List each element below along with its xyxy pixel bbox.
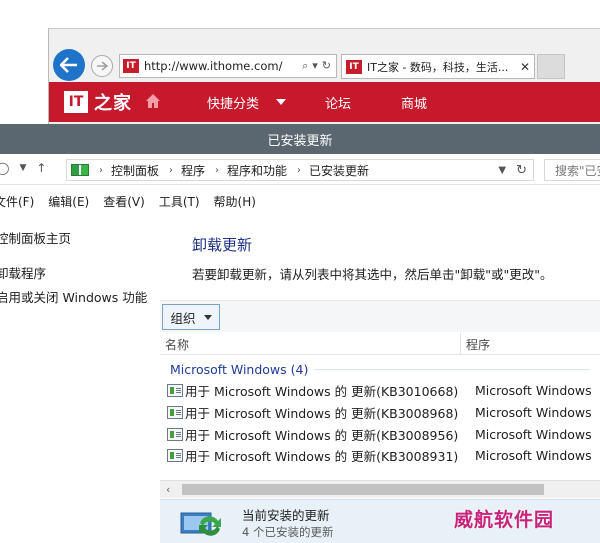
nav-item-categories[interactable]: 快捷分类 [207, 93, 259, 112]
scroll-left-icon[interactable]: ‹ [166, 483, 170, 496]
nav-item-forum[interactable]: 论坛 [325, 93, 351, 112]
tab-favicon-icon: IT [346, 59, 362, 74]
update-icon [167, 428, 183, 441]
address-dropdown-icon[interactable]: ▼ [498, 165, 506, 176]
arrow-right-icon [97, 61, 108, 71]
browser-window: IT http://www.ithome.com/ ⌕ ▾ ↻ IT IT之家 … [48, 28, 600, 126]
command-toolbar: 组织 [160, 300, 600, 332]
breadcrumb-separator-icon[interactable]: › [215, 165, 219, 176]
update-name: 用于 Microsoft Windows 的 更新(KB3008931) [185, 449, 459, 464]
link-windows-features[interactable]: 启用或关闭 Windows 功能 [0, 287, 147, 306]
table-row[interactable]: 用于 Microsoft Windows 的 更新(KB3008931) Mic… [167, 445, 600, 466]
home-icon[interactable] [145, 93, 161, 109]
column-header-program[interactable]: 程序 [466, 336, 490, 353]
search-icon[interactable]: ⌕ [302, 59, 308, 73]
menu-file[interactable]: 文件(F) [0, 193, 34, 210]
update-program: Microsoft Windows [475, 405, 592, 420]
update-program: Microsoft Windows [475, 448, 592, 463]
table-row[interactable]: 用于 Microsoft Windows 的 更新(KB3008956) Mic… [167, 424, 600, 445]
site-logo[interactable]: IT 之家 [64, 91, 132, 114]
update-name: 用于 Microsoft Windows 的 更新(KB3008968) [185, 406, 459, 421]
watermark: 威航软件园 [454, 509, 555, 531]
recent-dropdown-icon[interactable]: ▼ [19, 163, 26, 173]
chevron-down-icon [203, 314, 212, 320]
breadcrumb-item[interactable]: 程序和功能 [227, 162, 287, 179]
update-icon [167, 384, 183, 397]
column-header-name[interactable]: 名称 [165, 336, 189, 353]
menu-bar: 文件(F) 编辑(E) 查看(V) 工具(T) 帮助(H) [0, 190, 270, 212]
menu-edit[interactable]: 编辑(E) [48, 193, 89, 210]
horizontal-scrollbar[interactable]: ‹ [160, 480, 600, 498]
table-row[interactable]: 用于 Microsoft Windows 的 更新(KB3008968) Mic… [167, 402, 600, 423]
table-row[interactable]: 用于 Microsoft Windows 的 更新(KB3010668) Mic… [167, 380, 600, 401]
site-favicon-icon: IT [123, 59, 139, 73]
breadcrumb-item[interactable]: 控制面板 [111, 162, 159, 179]
update-program: Microsoft Windows [475, 427, 592, 442]
menu-view[interactable]: 查看(V) [103, 193, 145, 210]
breadcrumb-separator-icon[interactable]: › [99, 165, 103, 176]
new-tab-button[interactable] [537, 54, 565, 79]
update-name: 用于 Microsoft Windows 的 更新(KB3010668) [185, 384, 459, 399]
column-divider[interactable] [460, 333, 461, 355]
refresh-icon[interactable]: ↻ [516, 163, 527, 178]
breadcrumb-separator-icon[interactable]: › [169, 165, 173, 176]
search-input[interactable]: 搜索"已安装更新" [544, 159, 600, 181]
update-icon [167, 449, 183, 462]
installed-updates-icon [180, 512, 221, 536]
window-title: 已安装更新 [267, 133, 333, 149]
refresh-icon[interactable]: ↻ [322, 59, 331, 73]
page-title: 卸载更新 [192, 236, 253, 254]
window-title-bar: 已安装更新 [0, 124, 600, 154]
explorer-address-row: ◯ ▼ ↑ › 控制面板 › 程序 › 程序和功能 › 已安装更新 ▼ ↻ 搜索"已安装… [0, 155, 600, 185]
close-tab-icon[interactable]: ✕ [516, 60, 534, 74]
nav-item-mall[interactable]: 商城 [401, 93, 427, 112]
update-icon [167, 406, 183, 419]
left-task-pane: 控制面板主页 卸载程序 启用或关闭 Windows 功能 [0, 212, 160, 543]
back-button[interactable] [53, 49, 85, 81]
browser-address-bar[interactable]: IT http://www.ithome.com/ ⌕ ▾ ↻ [119, 54, 337, 78]
column-header-row: 名称 程序 [160, 333, 600, 355]
update-name: 用于 Microsoft Windows 的 更新(KB3008956) [185, 428, 459, 443]
menu-tools[interactable]: 工具(T) [159, 193, 200, 210]
breadcrumb[interactable]: › 控制面板 › 程序 › 程序和功能 › 已安装更新 ▼ ↻ [66, 159, 534, 181]
main-content: 卸载更新 若要卸载更新，请从列表中将其选中，然后单击"卸载"或"更改"。 组织 … [160, 212, 600, 543]
page-description: 若要卸载更新，请从列表中将其选中，然后单击"卸载"或"更改"。 [192, 267, 553, 282]
menu-help[interactable]: 帮助(H) [214, 193, 256, 210]
breadcrumb-item[interactable]: 已安装更新 [309, 162, 369, 179]
link-control-panel-home[interactable]: 控制面板主页 [0, 228, 71, 247]
browser-tab[interactable]: IT IT之家 - 数码，科技，生活... ✕ [341, 54, 535, 79]
group-label: Microsoft Windows (4) [170, 361, 309, 377]
logo-mark: IT [64, 91, 88, 113]
group-divider [314, 368, 590, 370]
control-panel-icon [71, 164, 89, 176]
logo-script: 之家 [94, 93, 132, 114]
group-header[interactable]: Microsoft Windows (4) [170, 359, 590, 379]
details-count: 4 个已安装的更新 [242, 525, 334, 539]
dropdown-icon[interactable]: ▾ [312, 59, 318, 73]
chevron-down-icon[interactable] [276, 99, 286, 105]
site-nav-bar: IT 之家 快捷分类 论坛 商城 [49, 82, 600, 122]
breadcrumb-separator-icon[interactable]: › [297, 165, 301, 176]
link-uninstall-program[interactable]: 卸载程序 [0, 263, 46, 282]
details-title: 当前安装的更新 [242, 508, 330, 523]
arrow-left-icon [60, 57, 77, 73]
breadcrumb-item[interactable]: 程序 [181, 162, 205, 179]
organize-button[interactable]: 组织 [162, 304, 220, 330]
tab-title: IT之家 - 数码，科技，生活... [367, 60, 509, 74]
up-arrow-icon[interactable]: ↑ [36, 161, 46, 175]
forward-button[interactable] [91, 55, 113, 77]
update-program: Microsoft Windows [475, 383, 592, 398]
scroll-thumb[interactable] [182, 484, 544, 495]
organize-label: 组织 [170, 310, 196, 326]
url-text[interactable]: http://www.ithome.com/ [144, 59, 302, 73]
control-panel-window: 已安装更新 ◯ ▼ ↑ › 控制面板 › 程序 › 程序和功能 › 已安装更新 ▼ ↻ … [0, 124, 600, 543]
back-nav-icon[interactable]: ◯ [0, 161, 9, 175]
